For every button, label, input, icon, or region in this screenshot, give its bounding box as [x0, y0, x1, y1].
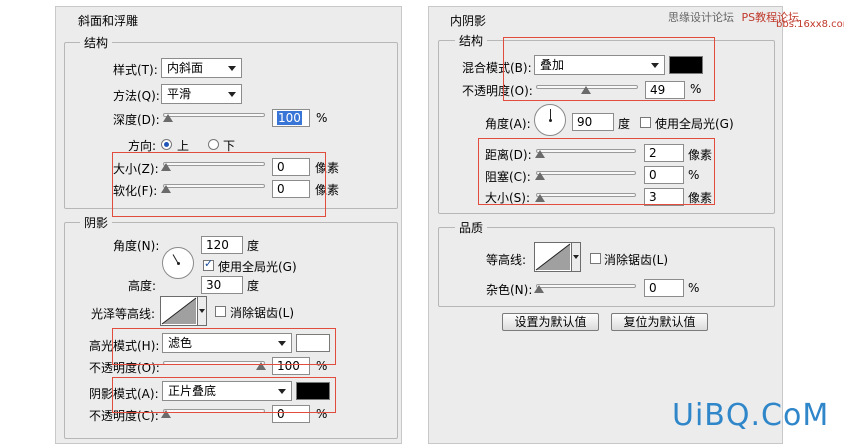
- quality-antialias-checkbox[interactable]: [590, 253, 601, 264]
- shading-angle-unit: 度: [247, 239, 260, 253]
- technique-dropdown[interactable]: 平滑: [161, 84, 242, 104]
- shading-global-light-label: 使用全局光(G): [218, 260, 297, 274]
- bevel-structure-title: 结构: [80, 34, 113, 51]
- contour-label: 等高线:: [486, 253, 527, 267]
- highlight-box-highlight-mode: [112, 328, 336, 365]
- inner-global-light-label: 使用全局光(G): [655, 117, 734, 131]
- shading-title: 阴影: [80, 214, 113, 231]
- depth-input[interactable]: 100: [272, 109, 310, 127]
- contour-linear-icon: [161, 297, 197, 325]
- inner-angle-input[interactable]: 90: [572, 113, 614, 131]
- highlight-box-shadow-mode: [112, 377, 336, 413]
- gloss-contour-picker[interactable]: [160, 296, 198, 326]
- shading-angle-input[interactable]: 120: [201, 236, 243, 254]
- quality-antialias-label: 消除锯齿(L): [604, 253, 669, 267]
- style-dropdown[interactable]: 内斜面: [161, 58, 242, 78]
- noise-input[interactable]: 0: [644, 279, 684, 297]
- make-default-button[interactable]: 设置为默认值: [502, 313, 599, 331]
- bevel-emboss-title: 斜面和浮雕: [74, 12, 143, 29]
- inner-angle-label: 角度(A):: [485, 117, 531, 131]
- inner-angle-dial[interactable]: [534, 104, 566, 136]
- direction-down-radio[interactable]: [208, 139, 219, 150]
- style-label: 样式(T):: [113, 63, 158, 77]
- shading-angle-label: 角度(N):: [113, 239, 160, 253]
- inner-angle-unit: 度: [618, 117, 631, 131]
- altitude-label: 高度:: [128, 279, 157, 293]
- shading-global-light-checkbox[interactable]: [203, 257, 214, 271]
- inner-shadow-title: 内阴影: [446, 12, 491, 29]
- inner-structure-title: 结构: [455, 32, 488, 49]
- highlight-box-size-soften: [112, 152, 326, 217]
- gloss-contour-label: 光泽等高线:: [91, 307, 156, 321]
- altitude-unit: 度: [247, 279, 260, 293]
- reset-default-button[interactable]: 复位为默认值: [611, 313, 708, 331]
- watermark-domain: bbs.16xx8.com: [776, 19, 844, 30]
- quality-title: 品质: [455, 219, 488, 236]
- shading-angle-dial[interactable]: [162, 247, 194, 279]
- noise-slider-thumb[interactable]: [534, 285, 544, 293]
- altitude-input[interactable]: 30: [201, 276, 243, 294]
- noise-label: 杂色(N):: [486, 283, 533, 297]
- quality-contour-dropdown[interactable]: [572, 242, 581, 272]
- bevel-antialias-label: 消除锯齿(L): [230, 306, 295, 320]
- highlight-box-distance: [478, 138, 715, 205]
- depth-slider[interactable]: [163, 110, 265, 122]
- depth-slider-thumb[interactable]: [163, 114, 174, 122]
- noise-slider[interactable]: [534, 281, 636, 293]
- contour-linear-icon: [535, 243, 571, 271]
- direction-up-radio[interactable]: [161, 139, 172, 150]
- gloss-contour-dropdown[interactable]: [198, 296, 207, 326]
- technique-label: 方法(Q):: [113, 89, 160, 103]
- chevron-down-icon: [228, 66, 236, 71]
- quality-contour-picker[interactable]: [534, 242, 572, 272]
- highlight-box-blend: [503, 37, 715, 101]
- inner-global-light-checkbox[interactable]: [640, 117, 651, 128]
- depth-label: 深度(D):: [113, 113, 160, 127]
- depth-unit: %: [316, 111, 328, 125]
- chevron-down-icon: [228, 92, 236, 97]
- noise-unit: %: [688, 281, 700, 295]
- watermark-bottom: UiBQ.CoM: [672, 398, 830, 433]
- bevel-antialias-checkbox[interactable]: [215, 306, 226, 317]
